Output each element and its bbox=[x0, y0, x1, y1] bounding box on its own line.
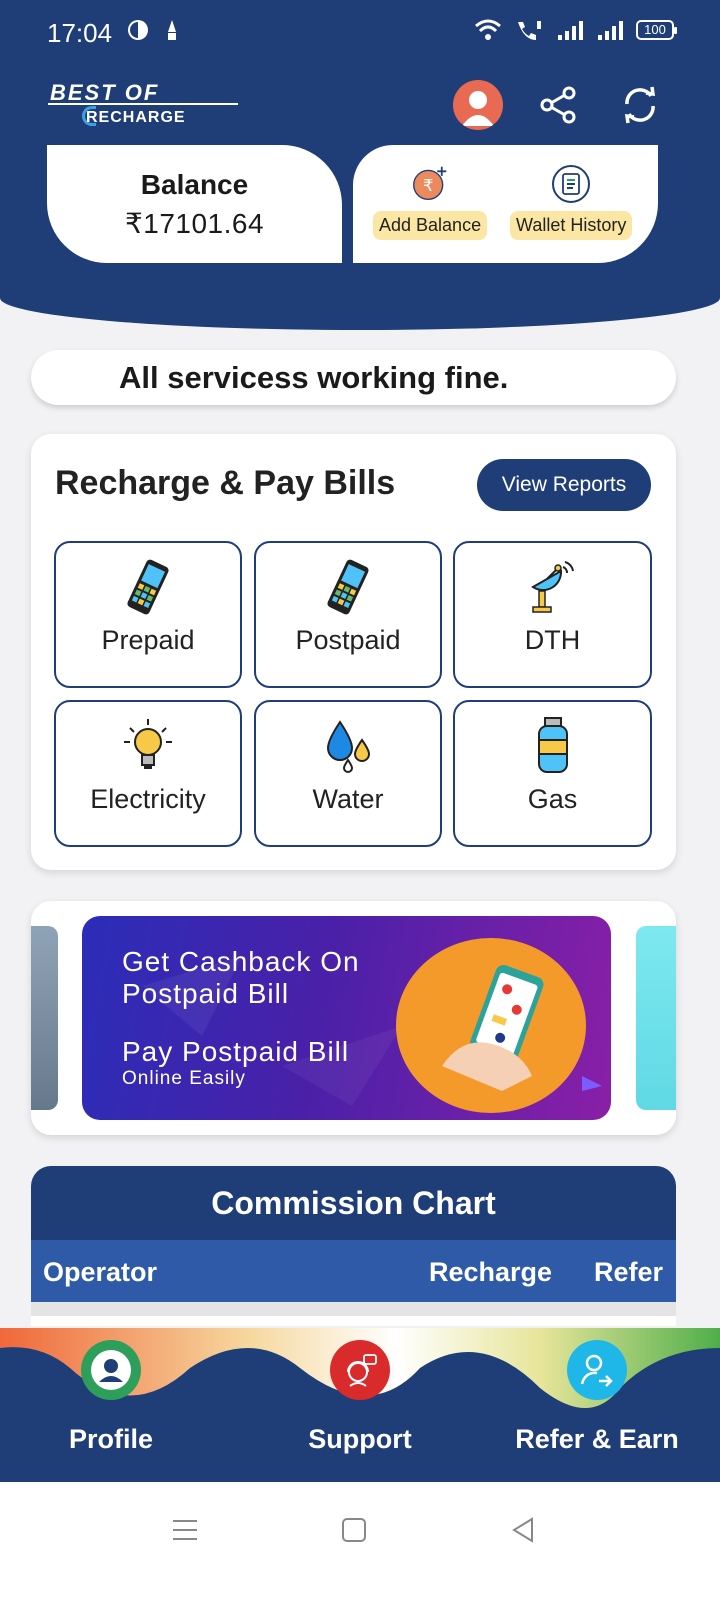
service-tile-postpaid[interactable]: Postpaid bbox=[254, 541, 442, 688]
light-bulb-icon bbox=[124, 719, 172, 769]
banner-text-2: Postpaid Bill bbox=[122, 978, 290, 1009]
service-label-electricity: Electricity bbox=[90, 784, 206, 814]
wallet-actions-card: ₹ Add Balance Wallet History bbox=[353, 145, 658, 263]
service-tile-prepaid[interactable]: Prepaid bbox=[54, 541, 242, 688]
signal-1-icon bbox=[558, 21, 583, 40]
data-saver-icon bbox=[128, 20, 148, 40]
service-label-dth: DTH bbox=[524, 625, 581, 655]
carousel-prev-slide[interactable] bbox=[31, 926, 58, 1110]
refresh-icon[interactable] bbox=[615, 80, 665, 130]
wallet-history-label: Wallet History bbox=[510, 211, 633, 240]
support-icon bbox=[330, 1340, 390, 1400]
column-recharge: Recharge bbox=[429, 1257, 553, 1287]
profile-icon bbox=[81, 1340, 141, 1400]
balance-label: Balance bbox=[140, 169, 249, 200]
nav-profile[interactable]: Profile bbox=[11, 1328, 211, 1455]
nav-refer-earn[interactable]: Refer & Earn bbox=[497, 1328, 697, 1455]
bottom-navigation: Profile Support Refer & Earn bbox=[0, 1328, 720, 1482]
volte-call-icon bbox=[518, 21, 541, 40]
logo-bottom-text: RECHARGE bbox=[86, 109, 186, 126]
gas-cylinder-icon bbox=[537, 717, 568, 773]
signal-2-icon bbox=[598, 21, 623, 40]
column-refer: Refer bbox=[594, 1257, 664, 1287]
services-title: Recharge & Pay Bills bbox=[55, 464, 396, 502]
commission-title: Commission Chart bbox=[31, 1166, 676, 1240]
promo-carousel[interactable]: Get Cashback On Postpaid Bill Pay Postpai… bbox=[31, 901, 676, 1135]
banner-text-4: Online Easily bbox=[122, 1068, 246, 1089]
notification-icon bbox=[168, 20, 176, 40]
nav-profile-label: Profile bbox=[68, 1424, 154, 1454]
commission-table-header: Operator Recharge Refer bbox=[31, 1240, 676, 1302]
system-navigation-bar bbox=[0, 1482, 720, 1600]
nav-support-label: Support bbox=[308, 1424, 412, 1454]
service-status-notice: All servicess working fine. bbox=[31, 350, 676, 405]
water-drops-icon bbox=[326, 720, 371, 773]
nav-refer-earn-label: Refer & Earn bbox=[515, 1424, 679, 1454]
home-icon[interactable] bbox=[334, 1510, 374, 1550]
view-reports-button[interactable]: View Reports bbox=[477, 459, 651, 511]
banner-text-3: Pay Postpaid Bill bbox=[122, 1036, 350, 1067]
satellite-dish-icon bbox=[530, 561, 574, 613]
menu-icon[interactable] bbox=[165, 1510, 205, 1550]
services-card: Recharge & Pay Bills View Reports Prepai… bbox=[31, 434, 676, 870]
balance-card: Balance ₹17101.64 bbox=[47, 145, 342, 263]
share-icon[interactable] bbox=[533, 80, 583, 130]
table-row bbox=[31, 1302, 676, 1316]
service-label-gas: Gas bbox=[527, 784, 578, 814]
commission-chart: Commission Chart Operator Recharge Refer bbox=[31, 1166, 676, 1326]
back-icon[interactable] bbox=[503, 1510, 543, 1550]
service-label-water: Water bbox=[312, 784, 384, 814]
service-tile-dth[interactable]: DTH bbox=[453, 541, 652, 688]
service-tile-gas[interactable]: Gas bbox=[453, 700, 652, 847]
refer-user-icon bbox=[567, 1340, 627, 1400]
service-label-prepaid: Prepaid bbox=[101, 625, 195, 655]
wallet-history-button[interactable]: Wallet History bbox=[510, 165, 633, 240]
service-label-postpaid: Postpaid bbox=[295, 625, 401, 655]
add-balance-button[interactable]: ₹ Add Balance bbox=[373, 165, 488, 240]
hand-phone-icon bbox=[442, 965, 544, 1091]
history-icon bbox=[552, 165, 591, 203]
avatar[interactable] bbox=[453, 80, 503, 130]
battery-icon: 100 bbox=[636, 20, 677, 40]
balance-value: ₹17101.64 bbox=[124, 208, 265, 239]
promo-banner[interactable]: Get Cashback On Postpaid Bill Pay Postpai… bbox=[82, 916, 611, 1120]
mobile-phone-icon bbox=[127, 559, 169, 615]
add-balance-label: Add Balance bbox=[373, 211, 488, 240]
banner-text-1: Get Cashback On bbox=[122, 946, 360, 977]
mobile-phone-icon bbox=[327, 559, 369, 615]
wifi-icon bbox=[475, 19, 501, 40]
svg-text:₹: ₹ bbox=[423, 176, 433, 195]
status-time: 17:04 bbox=[47, 18, 113, 48]
column-operator: Operator bbox=[43, 1257, 158, 1287]
nav-support[interactable]: Support bbox=[260, 1328, 460, 1455]
carousel-next-slide[interactable] bbox=[636, 926, 676, 1110]
service-tile-electricity[interactable]: Electricity bbox=[54, 700, 242, 847]
status-bar: 17:04 100 bbox=[0, 0, 720, 64]
add-rupee-icon: ₹ bbox=[411, 165, 450, 203]
service-tile-water[interactable]: Water bbox=[254, 700, 442, 847]
app-logo: BEST OF RECHARGE bbox=[48, 76, 238, 136]
